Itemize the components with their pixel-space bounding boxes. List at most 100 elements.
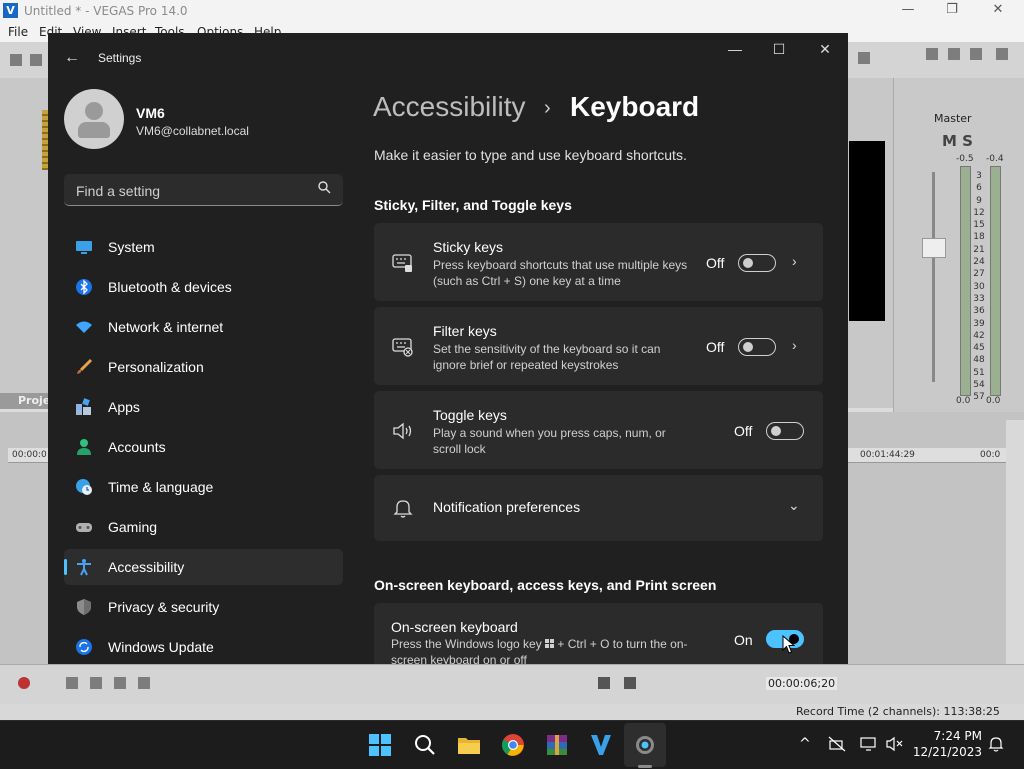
- nav-item-accessibility[interactable]: Accessibility: [64, 549, 343, 585]
- paste-icon[interactable]: [858, 52, 870, 64]
- breadcrumb-parent[interactable]: Accessibility: [373, 91, 525, 123]
- nav-label: Apps: [108, 399, 140, 415]
- winrar-icon[interactable]: [545, 733, 569, 757]
- vegas-minimize-button[interactable]: —: [898, 2, 918, 17]
- play-from-start-icon[interactable]: [66, 677, 78, 689]
- avatar-body: [78, 122, 110, 138]
- meter-scale-tick: 48: [973, 355, 985, 366]
- mute-solo-buttons[interactable]: M S: [942, 132, 973, 150]
- nav-item-privacy[interactable]: Privacy & security: [64, 589, 343, 625]
- sticky-keys-toggle[interactable]: [738, 254, 776, 272]
- menu-file[interactable]: File: [8, 25, 28, 39]
- toggle-knob: [743, 258, 753, 268]
- search-icon[interactable]: [318, 181, 331, 197]
- mixer-settings-icon[interactable]: [926, 48, 938, 60]
- close-button[interactable]: ✕: [810, 41, 840, 59]
- record-icon[interactable]: [18, 677, 30, 689]
- settings-icon[interactable]: [633, 733, 657, 757]
- nav-item-apps[interactable]: Apps: [64, 389, 343, 425]
- stop-icon[interactable]: [138, 677, 150, 689]
- meter-scale-tick: 27: [973, 269, 985, 280]
- nav-item-accounts[interactable]: Accounts: [64, 429, 343, 465]
- nav-item-bluetooth[interactable]: Bluetooth & devices: [64, 269, 343, 305]
- toggle-state-label: Off: [706, 255, 725, 271]
- vegas-close-button[interactable]: ✕: [988, 2, 1008, 17]
- chevron-right-icon[interactable]: ›: [792, 337, 797, 353]
- minimize-button[interactable]: —: [720, 41, 750, 59]
- vegas-project-panel: [0, 78, 48, 408]
- nav-item-windows-update[interactable]: Windows Update: [64, 629, 343, 664]
- start-icon[interactable]: [368, 733, 392, 757]
- ruler-mark: 00:0: [980, 450, 1001, 460]
- meter-scale-tick: 51: [973, 367, 985, 378]
- ruler-mark: 00:01:44:29: [860, 450, 915, 460]
- gamepad-icon: [75, 518, 93, 536]
- timeline-vertical-scrollbar[interactable]: [1006, 420, 1024, 664]
- vegas-icon[interactable]: [589, 733, 613, 757]
- master-fader-track: [932, 172, 935, 382]
- breadcrumb-separator-icon: ›: [544, 97, 551, 119]
- snap-icon[interactable]: [598, 677, 610, 689]
- search-icon[interactable]: [413, 733, 437, 757]
- user-name: VM6: [136, 105, 165, 121]
- card-title: Filter keys: [433, 323, 497, 339]
- avatar[interactable]: [64, 89, 124, 149]
- chevron-down-icon[interactable]: ⌄: [788, 497, 800, 514]
- nav-item-system[interactable]: System: [64, 229, 343, 265]
- bell-icon: [392, 497, 414, 519]
- master-peak-right: -0.4: [986, 154, 1004, 164]
- auto-crossfade-icon[interactable]: [624, 677, 636, 689]
- master-meter-right: [990, 166, 1001, 396]
- open-folder-icon[interactable]: [30, 54, 42, 66]
- back-arrow-icon[interactable]: ←: [64, 49, 80, 67]
- filter-keys-toggle[interactable]: [738, 338, 776, 356]
- nav-item-gaming[interactable]: Gaming: [64, 509, 343, 545]
- nav-label: Bluetooth & devices: [108, 279, 232, 295]
- windows-logo-icon: [545, 639, 555, 648]
- filter-keys-card[interactable]: Filter keys Set the sensitivity of the k…: [374, 307, 823, 385]
- toggle-keys-card[interactable]: Toggle keys Play a sound when you press …: [374, 391, 823, 469]
- play-icon[interactable]: [90, 677, 102, 689]
- record-time: Record Time (2 channels): 113:38:25: [796, 705, 1000, 718]
- nav-item-time-language[interactable]: Time & language: [64, 469, 343, 505]
- network-off-icon[interactable]: [828, 736, 846, 756]
- vegas-maximize-button[interactable]: ❐: [942, 2, 962, 17]
- accounts-icon: [75, 438, 93, 456]
- nav-label: Accounts: [108, 439, 166, 455]
- search-input[interactable]: [74, 180, 308, 202]
- master-label: Master: [934, 112, 972, 125]
- nav-label: Windows Update: [108, 639, 214, 655]
- mixer-insert-icon[interactable]: [970, 48, 982, 60]
- vegas-window-title: Untitled * - VEGAS Pro 14.0: [24, 4, 188, 18]
- chevron-up-icon[interactable]: ^: [799, 736, 811, 752]
- nav-item-network[interactable]: Network & internet: [64, 309, 343, 345]
- sticky-keys-card[interactable]: Sticky keys Press keyboard shortcuts tha…: [374, 223, 823, 301]
- monitor-icon[interactable]: [860, 736, 878, 756]
- notification-bell-icon[interactable]: [988, 736, 1004, 756]
- video-preview-screen: [849, 141, 885, 321]
- notification-preferences-card[interactable]: Notification preferences ⌄: [374, 475, 823, 541]
- on-screen-keyboard-card[interactable]: On-screen keyboard Press the Windows log…: [374, 603, 823, 664]
- update-icon: [75, 638, 93, 656]
- master-fader-knob[interactable]: [922, 238, 946, 258]
- volume-mute-icon[interactable]: [886, 736, 904, 756]
- timecode-display: 00:00:06;20: [766, 677, 838, 690]
- maximize-button[interactable]: ☐: [764, 41, 794, 59]
- chevron-right-icon[interactable]: ›: [792, 253, 797, 269]
- settings-app-title: Settings: [98, 51, 142, 65]
- file-explorer-icon[interactable]: [457, 733, 481, 757]
- search-box[interactable]: [64, 174, 343, 206]
- toggle-keys-toggle[interactable]: [766, 422, 804, 440]
- meter-scale-tick: 36: [973, 306, 985, 317]
- filter-keys-icon: [392, 336, 414, 358]
- taskbar-clock[interactable]: 7:24 PM 12/21/2023: [910, 728, 982, 760]
- mixer-eq-icon[interactable]: [948, 48, 960, 60]
- meter-scale-tick: 3: [976, 171, 982, 181]
- clock-time: 7:24 PM: [933, 729, 982, 743]
- nav-item-personalization[interactable]: Personalization: [64, 349, 343, 385]
- new-file-icon[interactable]: [10, 54, 22, 66]
- project-media-tab[interactable]: Proje: [0, 393, 50, 409]
- mixer-more-icon[interactable]: [996, 48, 1008, 60]
- chrome-icon[interactable]: [501, 733, 525, 757]
- pause-icon[interactable]: [114, 677, 126, 689]
